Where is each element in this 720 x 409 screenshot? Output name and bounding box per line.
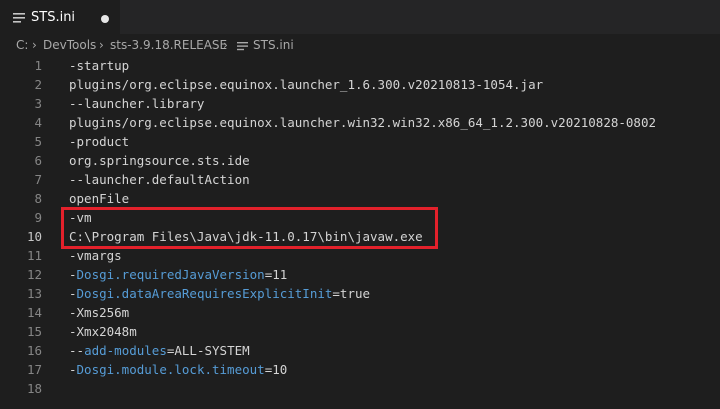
chevron-right-icon: › xyxy=(223,38,228,52)
line-number: 1 xyxy=(34,58,42,73)
code-line[interactable]: 8 openFile xyxy=(0,189,720,208)
code-line[interactable]: 7 --launcher.defaultAction xyxy=(0,170,720,189)
line-number: 15 xyxy=(26,324,42,339)
code-key: Dosgi.requiredJavaVersion xyxy=(76,267,265,282)
code-key: Dosgi.module.lock.timeout xyxy=(76,362,265,377)
file-lines-icon xyxy=(237,42,248,51)
line-number: 2 xyxy=(34,77,42,92)
code-text: org.springsource.sts.ide xyxy=(69,153,250,168)
tab-bar: STS.ini xyxy=(0,0,720,34)
code-value: =10 xyxy=(264,362,288,377)
code-line[interactable]: 16 --add-modules=ALL-SYSTEM xyxy=(0,341,720,360)
breadcrumb-item-devtools[interactable]: DevTools xyxy=(43,37,96,53)
breadcrumb-item-sts-folder[interactable]: sts-3.9.18.RELEASE xyxy=(110,37,227,53)
code-prefix: - xyxy=(69,362,77,377)
unsaved-dot-icon[interactable] xyxy=(101,15,109,23)
code-line[interactable]: 6 org.springsource.sts.ide xyxy=(0,151,720,170)
line-number: 13 xyxy=(26,286,42,301)
breadcrumb-item-drive[interactable]: C: xyxy=(16,37,28,53)
code-prefix: -- xyxy=(69,343,85,358)
code-text: -Xmx2048m xyxy=(69,324,137,339)
code-prefix: - xyxy=(69,267,77,282)
code-text: -Dosgi.module.lock.timeout=10 xyxy=(69,360,287,379)
code-text: --add-modules=ALL-SYSTEM xyxy=(69,341,250,360)
line-number: 4 xyxy=(34,115,42,130)
code-line[interactable]: 5 -product xyxy=(0,132,720,151)
code-text: --launcher.library xyxy=(69,96,205,111)
line-number: 17 xyxy=(26,362,42,377)
code-line[interactable]: 17 -Dosgi.module.lock.timeout=10 xyxy=(0,360,720,379)
code-text: --launcher.defaultAction xyxy=(69,172,250,187)
code-value: =ALL-SYSTEM xyxy=(166,343,250,358)
code-text: -Dosgi.requiredJavaVersion=11 xyxy=(69,265,287,284)
code-line[interactable]: 13 -Dosgi.dataAreaRequiresExplicitInit=tr… xyxy=(0,284,720,303)
code-text: -Xms256m xyxy=(69,305,130,320)
tab-label: STS.ini xyxy=(31,10,76,25)
code-line[interactable]: 2 plugins/org.eclipse.equinox.launcher_1.… xyxy=(0,75,720,94)
line-number: 10 xyxy=(26,229,42,244)
line-number: 11 xyxy=(26,248,42,263)
code-line[interactable]: 3 --launcher.library xyxy=(0,94,720,113)
code-text: openFile xyxy=(69,191,130,206)
breadcrumb-item-file[interactable]: STS.ini xyxy=(253,37,294,53)
chevron-right-icon: › xyxy=(99,38,104,52)
tab-sts-ini[interactable]: STS.ini xyxy=(0,0,120,34)
line-number: 5 xyxy=(34,134,42,149)
line-number: 8 xyxy=(34,191,42,206)
code-line[interactable]: 15 -Xmx2048m xyxy=(0,322,720,341)
line-number: 7 xyxy=(34,172,42,187)
code-prefix: - xyxy=(69,286,77,301)
code-text: -product xyxy=(69,134,130,149)
breadcrumb: C: › DevTools › sts-3.9.18.RELEASE › STS… xyxy=(0,34,720,56)
code-line[interactable]: 12 -Dosgi.requiredJavaVersion=11 xyxy=(0,265,720,284)
line-number: 18 xyxy=(26,381,42,396)
highlight-box xyxy=(61,207,438,249)
line-number: 16 xyxy=(26,343,42,358)
code-text: plugins/org.eclipse.equinox.launcher.win… xyxy=(69,115,656,130)
code-key: add-modules xyxy=(84,343,167,358)
code-value: =11 xyxy=(264,267,288,282)
code-text: -startup xyxy=(69,58,130,73)
file-lines-icon xyxy=(13,13,25,23)
code-line[interactable]: 1 -startup xyxy=(0,56,720,75)
line-number: 9 xyxy=(34,210,42,225)
line-number: 6 xyxy=(34,153,42,168)
code-key: Dosgi.dataAreaRequiresExplicitInit xyxy=(76,286,333,301)
line-number: 14 xyxy=(26,305,42,320)
line-number: 12 xyxy=(26,267,42,282)
code-text: -Dosgi.dataAreaRequiresExplicitInit=true xyxy=(69,284,370,303)
code-line[interactable]: 18 xyxy=(0,379,720,398)
code-value: =true xyxy=(332,286,371,301)
code-text: plugins/org.eclipse.equinox.launcher_1.6… xyxy=(69,77,544,92)
line-number: 3 xyxy=(34,96,42,111)
code-line[interactable]: 14 -Xms256m xyxy=(0,303,720,322)
chevron-right-icon: › xyxy=(32,38,37,52)
code-line[interactable]: 4 plugins/org.eclipse.equinox.launcher.wi… xyxy=(0,113,720,132)
